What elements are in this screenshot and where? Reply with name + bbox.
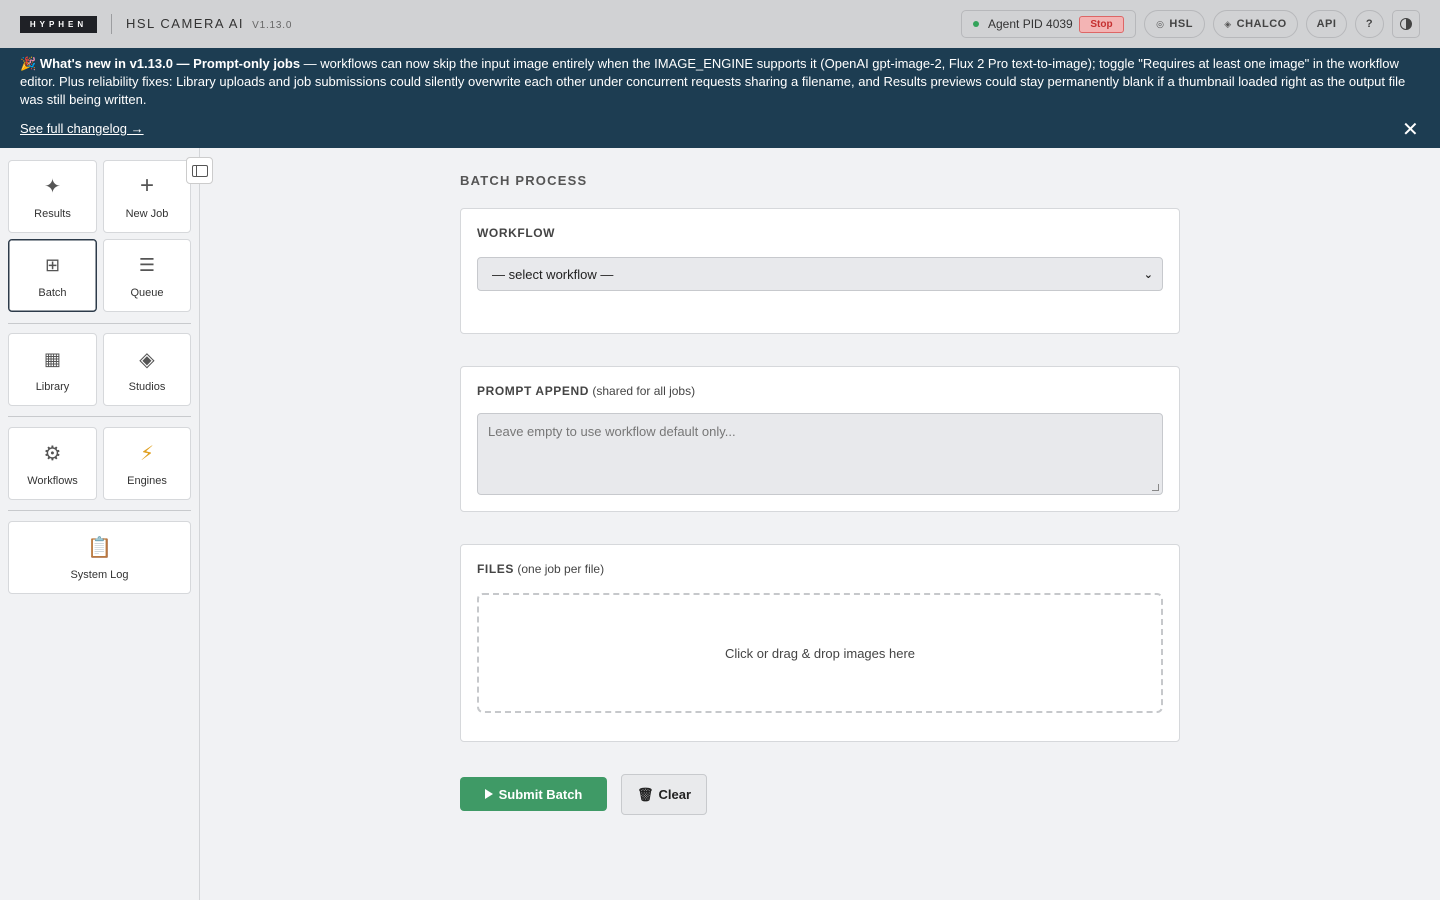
sidebar-item-label: Results bbox=[34, 208, 71, 220]
gear-icon: ⚙ bbox=[43, 442, 62, 465]
file-dropzone[interactable]: Click or drag & drop images here bbox=[477, 593, 1163, 713]
workflow-selected-value: — select workflow — bbox=[492, 266, 614, 282]
chevron-down-icon: ⌄ bbox=[1143, 269, 1153, 281]
prompt-label-note: (shared for all jobs) bbox=[592, 384, 696, 398]
agent-status-dot-icon bbox=[973, 21, 979, 27]
agent-status: Agent PID 4039 Stop bbox=[961, 10, 1136, 38]
chalco-diamond-icon: ◈ bbox=[1224, 18, 1232, 29]
top-bar: HYPHEN HSL CAMERA AI V1.13.0 Agent PID 4… bbox=[0, 0, 1440, 48]
api-button[interactable]: API bbox=[1306, 10, 1347, 38]
sidebar-item-queue[interactable]: ☰ Queue bbox=[103, 239, 191, 312]
sidebar: ✦ Results + New Job ⊞ Batch ☰ Queue ▦ Li… bbox=[0, 148, 200, 900]
workflow-label: WORKFLOW bbox=[477, 226, 555, 240]
sidebar-divider bbox=[8, 416, 191, 417]
banner-headline: What's new in v1.13.0 — Prompt-only jobs bbox=[39, 56, 301, 71]
files-label-note: (one job per file) bbox=[517, 562, 605, 576]
sidebar-item-label: Engines bbox=[127, 475, 167, 487]
files-label: FILES (one job per file) bbox=[477, 562, 604, 576]
sidebar-divider bbox=[8, 323, 191, 324]
sidebar-item-label: Batch bbox=[38, 287, 67, 299]
plus-icon: + bbox=[139, 172, 154, 199]
changelog-link[interactable]: See full changelog → bbox=[20, 121, 144, 136]
workflow-label-text: WORKFLOW bbox=[477, 226, 556, 240]
clipboard-icon: 📋 bbox=[87, 536, 112, 559]
resize-handle-icon[interactable] bbox=[1152, 484, 1159, 491]
theme-toggle-button[interactable] bbox=[1392, 10, 1420, 38]
prompt-label-text: PROMPT APPEND bbox=[477, 384, 590, 398]
contrast-icon bbox=[1400, 18, 1412, 30]
sidebar-item-label: Library bbox=[35, 381, 70, 393]
header-divider bbox=[111, 14, 112, 34]
trash-icon: 🗑 bbox=[636, 786, 654, 802]
chalco-label: CHALCO bbox=[1236, 18, 1287, 30]
close-icon[interactable]: ✕ bbox=[1402, 120, 1419, 140]
sidebar-item-label: New Job bbox=[125, 208, 169, 220]
sparkle-icon: ✦ bbox=[44, 175, 61, 198]
party-icon: 🎉 bbox=[20, 56, 37, 71]
sidebar-item-library[interactable]: ▦ Library bbox=[8, 333, 97, 406]
help-button[interactable]: ? bbox=[1355, 10, 1384, 38]
sidebar-collapse-button[interactable] bbox=[186, 157, 213, 184]
prompt-placeholder: Leave empty to use workflow default only… bbox=[488, 424, 736, 439]
stop-button[interactable]: Stop bbox=[1079, 16, 1124, 33]
lightning-icon: ⚡ bbox=[139, 442, 155, 465]
whats-new-banner: 🎉 What's new in v1.13.0 — Prompt-only jo… bbox=[0, 48, 1440, 148]
sidebar-item-batch[interactable]: ⊞ Batch bbox=[8, 239, 97, 312]
library-icon: ▦ bbox=[43, 348, 61, 369]
sidebar-item-label: Queue bbox=[130, 287, 164, 299]
app-version: V1.13.0 bbox=[252, 20, 293, 31]
sidebar-divider bbox=[8, 510, 191, 511]
sidebar-item-label: Studios bbox=[128, 381, 166, 393]
app-name: HSL CAMERA AI bbox=[126, 16, 244, 31]
prompt-append-input[interactable]: Leave empty to use workflow default only… bbox=[477, 413, 1163, 495]
clear-button[interactable]: 🗑 Clear bbox=[621, 774, 707, 815]
sidebar-item-system-log[interactable]: 📋 System Log bbox=[8, 521, 191, 594]
sidebar-toggle-icon bbox=[191, 164, 208, 177]
banner-text: 🎉 What's new in v1.13.0 — Prompt-only jo… bbox=[20, 55, 1420, 109]
app-title: HSL CAMERA AI V1.13.0 bbox=[126, 16, 292, 31]
sidebar-item-new-job[interactable]: + New Job bbox=[103, 160, 191, 233]
play-icon bbox=[484, 789, 493, 799]
sidebar-item-workflows[interactable]: ⚙ Workflows bbox=[8, 427, 97, 500]
dropzone-text: Click or drag & drop images here bbox=[724, 645, 916, 661]
prompt-card: PROMPT APPEND (shared for all jobs) Leav… bbox=[460, 366, 1180, 512]
hyphen-logo: HYPHEN bbox=[20, 16, 97, 33]
sidebar-item-label: System Log bbox=[70, 569, 129, 581]
agent-label: Agent PID 4039 bbox=[988, 17, 1073, 31]
workflow-select[interactable]: — select workflow — ⌄ bbox=[477, 257, 1163, 291]
page-title: BATCH PROCESS bbox=[460, 173, 588, 188]
hsl-circle-icon: ◎ bbox=[1156, 18, 1165, 29]
sidebar-item-studios[interactable]: ◈ Studios bbox=[103, 333, 191, 406]
sidebar-item-results[interactable]: ✦ Results bbox=[8, 160, 97, 233]
workflow-card: WORKFLOW — select workflow — ⌄ bbox=[460, 208, 1180, 334]
list-icon: ☰ bbox=[138, 254, 156, 275]
clear-label: Clear bbox=[658, 787, 692, 802]
grid-icon: ⊞ bbox=[44, 254, 61, 275]
diamond-icon: ◈ bbox=[139, 348, 155, 371]
chalco-button[interactable]: ◈ CHALCO bbox=[1213, 10, 1298, 38]
hsl-button[interactable]: ◎ HSL bbox=[1144, 10, 1205, 38]
submit-label: Submit Batch bbox=[498, 786, 583, 802]
files-label-text: FILES bbox=[477, 562, 515, 576]
hsl-label: HSL bbox=[1169, 18, 1193, 30]
submit-batch-button[interactable]: Submit Batch bbox=[460, 777, 607, 811]
sidebar-item-engines[interactable]: ⚡ Engines bbox=[103, 427, 191, 500]
prompt-label: PROMPT APPEND (shared for all jobs) bbox=[477, 384, 695, 398]
files-card: FILES (one job per file) Click or drag &… bbox=[460, 544, 1180, 742]
sidebar-item-label: Workflows bbox=[27, 475, 78, 487]
